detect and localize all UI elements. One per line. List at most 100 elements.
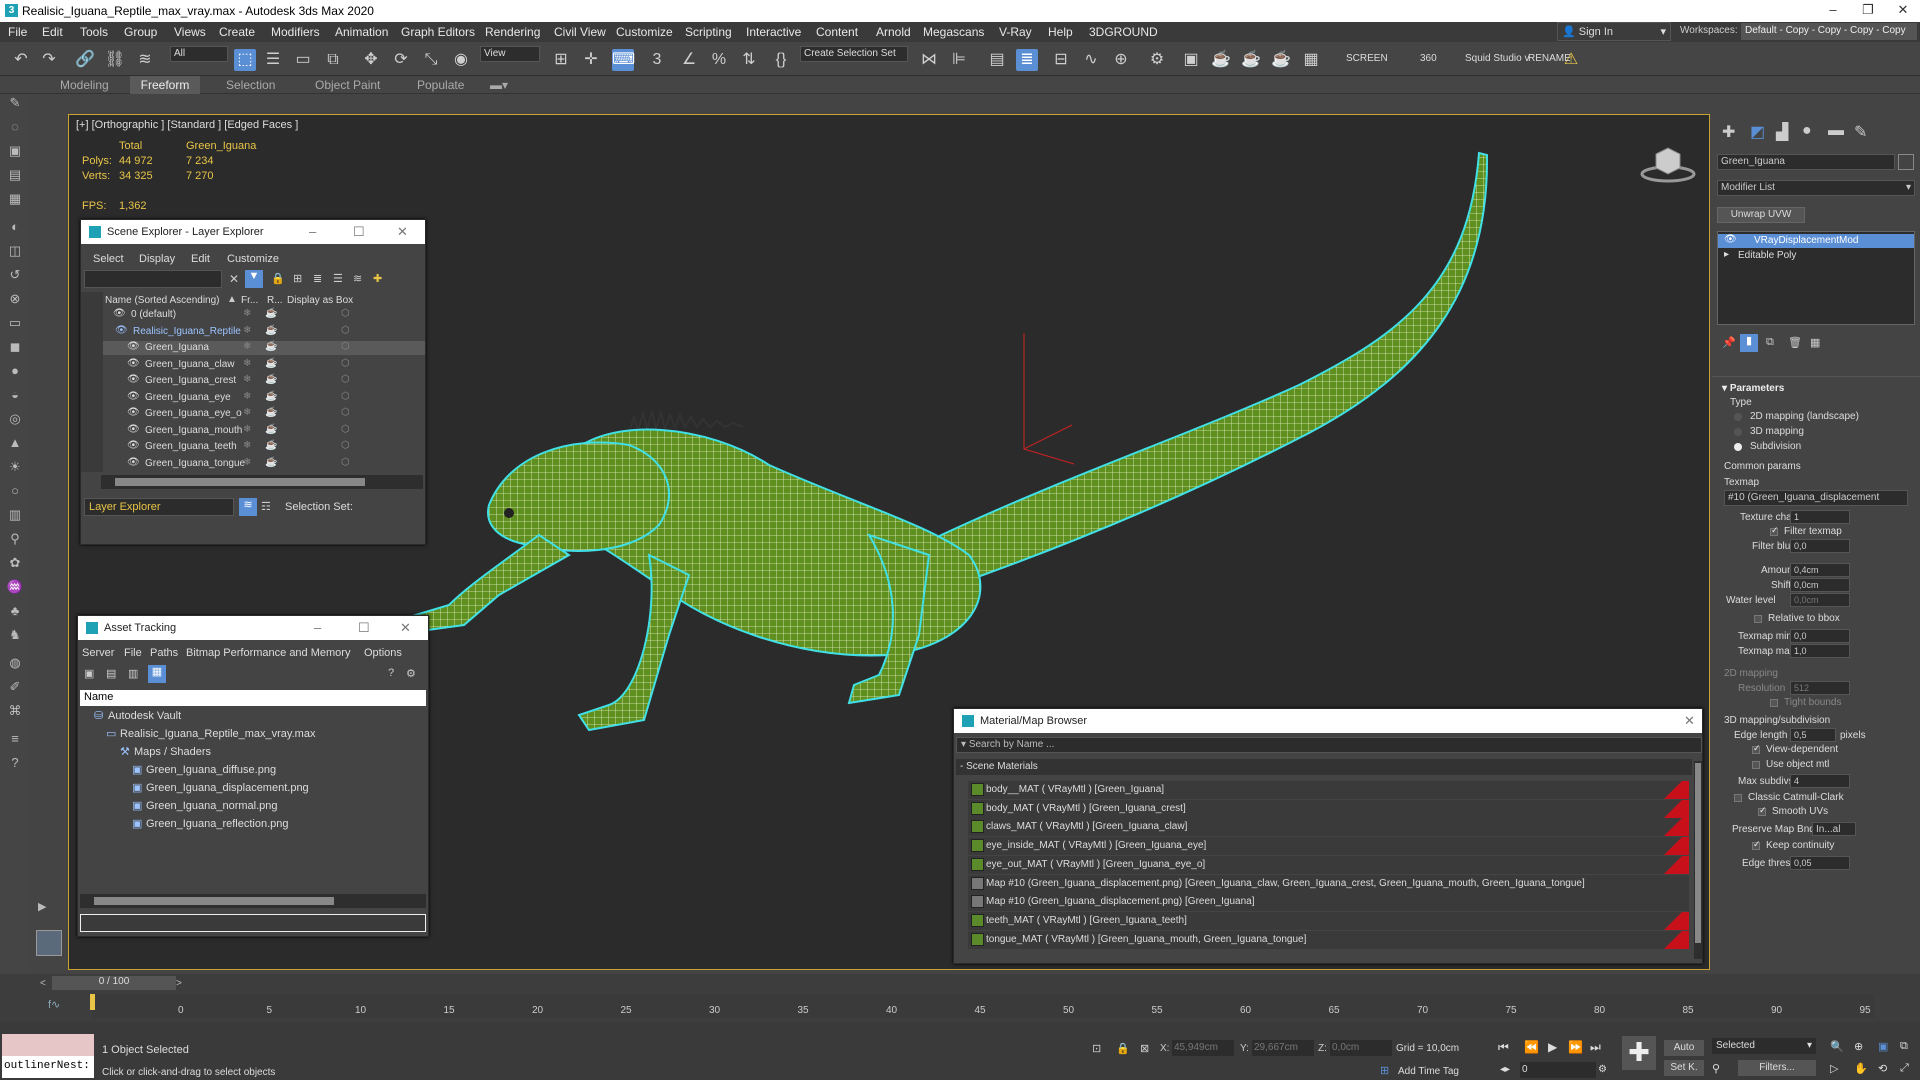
renderable-icon[interactable]: ☕ (265, 374, 277, 385)
use-object-mtl-checkbox[interactable] (1752, 761, 1760, 769)
prev-key-icon[interactable]: ⏪ (1524, 1040, 1539, 1054)
absolute-mode-icon[interactable]: ⊠ (1140, 1042, 1149, 1055)
texchan-spinner[interactable]: 1 (1790, 510, 1850, 524)
asset-row[interactable]: ▣ Green_Iguana_diffuse.png (80, 762, 426, 776)
material-row[interactable]: body_MAT ( VRayMtl ) [Green_Iguana_crest… (968, 799, 1689, 818)
loop-icon[interactable]: ↺ (6, 266, 24, 284)
menu-create[interactable]: Create (219, 25, 255, 39)
minimize-button[interactable]: – (1818, 2, 1848, 17)
freeze-icon[interactable]: ❄ (243, 358, 251, 369)
layer-row[interactable]: 👁 Green_Iguana_claw ❄ ☕ ⬡ (103, 358, 425, 372)
screen-button[interactable]: SCREEN (1346, 53, 1388, 64)
layer-row[interactable]: 👁 Green_Iguana_tongue ❄ ☕ ⬡ (103, 457, 425, 471)
named-selection-icon[interactable]: {} (770, 49, 792, 71)
remove-modifier-icon[interactable]: 🗑 (1788, 336, 1802, 349)
tight-bounds-checkbox[interactable] (1770, 699, 1778, 707)
menu-content[interactable]: Content (816, 25, 858, 39)
object-color-swatch[interactable] (1898, 154, 1914, 170)
align-icon[interactable]: ⊫ (948, 49, 970, 71)
object-name-field[interactable]: Green_Iguana (1717, 154, 1895, 170)
fov-icon[interactable]: ▷ (1830, 1062, 1838, 1075)
se-search-input[interactable] (84, 270, 222, 288)
tree-icon[interactable]: ♣ (6, 602, 24, 620)
material-row[interactable]: claws_MAT ( VRayMtl ) [Green_Iguana_claw… (968, 818, 1689, 837)
ring-icon[interactable]: ⊗ (6, 290, 24, 308)
menu-customize[interactable]: Customize (616, 25, 673, 39)
renderable-icon[interactable]: ☕ (265, 358, 277, 369)
menu-animation[interactable]: Animation (335, 25, 388, 39)
tab-object-paint[interactable]: Object Paint (315, 76, 385, 94)
hierarchy-tab-icon[interactable]: ▟ (1776, 122, 1788, 142)
opt-3d-mapping[interactable]: 3D mapping (1750, 426, 1804, 437)
layers-icon[interactable]: ≡ (6, 730, 24, 748)
keep-continuity-label[interactable]: Keep continuity (1766, 840, 1834, 851)
show-end-result-icon[interactable]: ▮ (1740, 334, 1758, 352)
scale-icon[interactable]: ⤡ (420, 49, 442, 71)
help-icon[interactable]: ? (6, 754, 24, 772)
stack-item-editable-poly[interactable]: ▸ Editable Poly (1718, 249, 1914, 263)
visibility-eye-icon[interactable]: 👁 (127, 424, 140, 435)
col-box-header[interactable]: Display as Box (287, 295, 353, 306)
at-table-icon[interactable]: ▥ (128, 667, 138, 680)
scene-materials-group[interactable]: - Scene Materials (956, 759, 1692, 775)
material-row[interactable]: Map #10 (Green_Iguana_displacement.png) … (968, 893, 1689, 912)
helpers-icon[interactable]: ▦ (6, 190, 24, 208)
sphere-icon[interactable]: ● (6, 362, 24, 380)
reference-coord-dropdown[interactable]: View (480, 46, 540, 62)
asset-row[interactable]: ⛁ Autodesk Vault (80, 708, 426, 722)
grid-icon[interactable]: ▥ (6, 506, 24, 524)
rename-button[interactable]: RENAME (1528, 53, 1571, 64)
clear-search-icon[interactable]: ✕ (229, 272, 239, 286)
layer-explorer-icon[interactable]: ▤ (986, 49, 1008, 71)
menu-file[interactable]: File (8, 25, 27, 39)
ribbon-toggle-icon[interactable]: ▬▾ (490, 76, 520, 94)
close-icon[interactable]: ✕ (397, 224, 408, 240)
toggle-ribbon-icon[interactable]: ≣ (1016, 49, 1038, 71)
modify-tab-icon[interactable]: ◩ (1750, 122, 1765, 142)
menu-graph-editors[interactable]: Graph Editors (401, 25, 475, 39)
opt-subdivision[interactable]: Subdivision (1750, 441, 1801, 452)
layers-stack-icon[interactable]: ≋ (353, 272, 362, 285)
at-menu-server[interactable]: Server (82, 647, 114, 659)
viewport-layout-thumb[interactable] (36, 930, 62, 956)
workspace-dropdown[interactable]: Default - Copy - Copy - Copy - Copy (1741, 23, 1917, 40)
material-row[interactable]: body__MAT ( VRayMtl ) [Green_Iguana] (968, 781, 1689, 799)
box-display-icon[interactable]: ⬡ (341, 440, 350, 451)
orbit-icon[interactable]: ⟲ (1878, 1062, 1887, 1075)
maximize-icon[interactable]: ☐ (353, 224, 365, 240)
relative-bbox-label[interactable]: Relative to bbox (1768, 613, 1840, 624)
edge-length-spinner[interactable]: 0,5 (1790, 728, 1836, 742)
expand-arrow-icon[interactable]: ▶ (38, 900, 46, 913)
window-crossing-icon[interactable]: ⧉ (322, 49, 344, 71)
material-row[interactable]: Map #10 (Green_Iguana_displacement.png) … (968, 874, 1689, 893)
at-tree-icon[interactable]: ▦ (148, 665, 166, 683)
display-tab-icon[interactable]: ▬ (1828, 122, 1844, 140)
add-to-layer-icon[interactable]: ≣ (313, 272, 322, 285)
layer-row[interactable]: 👁 Green_Iguana_eye ❄ ☕ ⬡ (103, 391, 425, 405)
lock-icon[interactable]: 🔒 (271, 272, 285, 285)
tab-selection[interactable]: Selection (226, 76, 286, 94)
hair-icon[interactable]: ♒ (6, 578, 24, 596)
play-icon[interactable]: ▶ (1548, 1040, 1557, 1054)
new-layer-icon[interactable]: ⊞ (293, 272, 302, 285)
lights-icon[interactable]: ▤ (6, 166, 24, 184)
menu-scripting[interactable]: Scripting (685, 25, 732, 39)
selection-set-icon[interactable]: ☶ (261, 500, 271, 513)
character-icon[interactable]: ♞ (6, 626, 24, 644)
x-coordinate-field[interactable]: 45,949cm (1172, 1040, 1234, 1056)
maximize-viewport-icon[interactable]: ⤢ (1900, 1062, 1909, 1075)
select-by-name-icon[interactable]: ☰ (262, 49, 284, 71)
selection-lock-icon[interactable]: 🔒 (1116, 1042, 1130, 1055)
freeze-icon[interactable]: ❄ (243, 440, 251, 451)
relative-bbox-checkbox[interactable] (1754, 615, 1762, 623)
at-list-icon[interactable]: ▤ (106, 667, 116, 680)
renderable-icon[interactable]: ☕ (265, 440, 277, 451)
rotate-icon[interactable]: ⟳ (390, 49, 412, 71)
menu-vray[interactable]: V-Ray (999, 25, 1032, 39)
se-menu-edit[interactable]: Edit (191, 253, 210, 265)
texmap-min-spinner[interactable]: 0,0 (1790, 629, 1850, 643)
box-display-icon[interactable]: ⬡ (341, 325, 350, 336)
key-filters-button[interactable]: Filters... (1738, 1060, 1816, 1076)
selection-set-dropdown[interactable]: Create Selection Set (800, 46, 908, 62)
renderable-icon[interactable]: ☕ (265, 391, 277, 402)
